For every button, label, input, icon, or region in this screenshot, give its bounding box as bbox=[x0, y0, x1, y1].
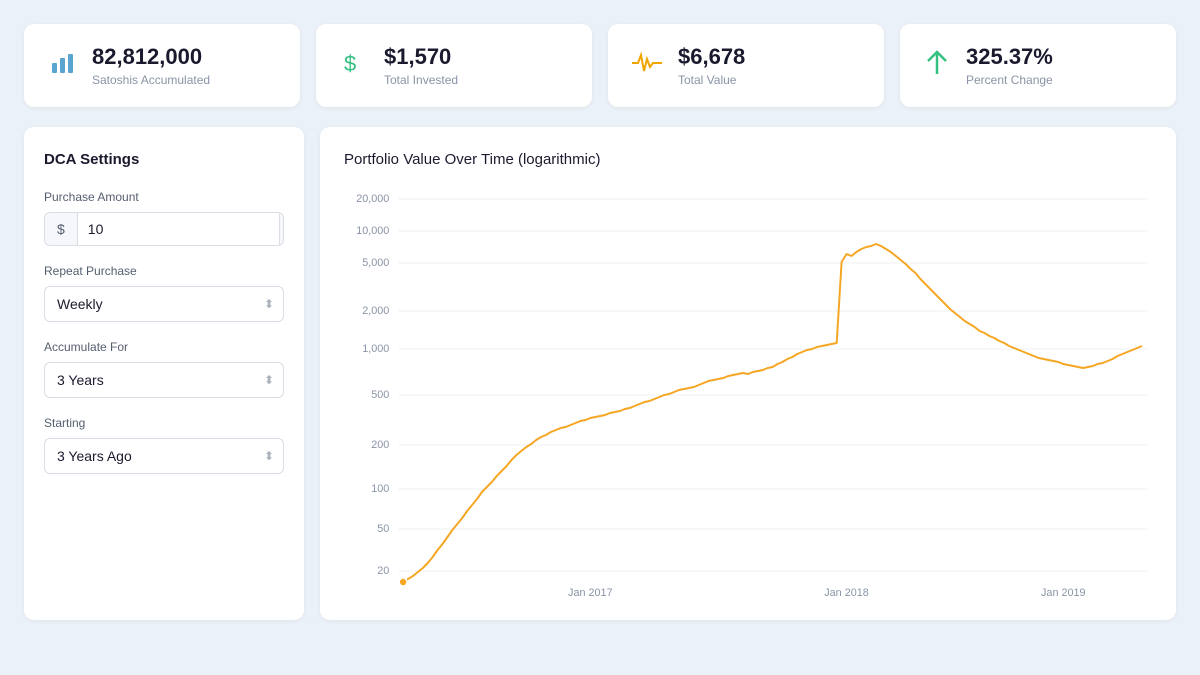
svg-text:50: 50 bbox=[377, 523, 389, 535]
svg-text:500: 500 bbox=[371, 389, 389, 401]
starting-group: Starting 1 Year Ago 2 Years Ago 3 Years … bbox=[44, 416, 284, 474]
total-value-card: $6,678 Total Value bbox=[608, 24, 884, 107]
bars-icon bbox=[48, 49, 76, 82]
svg-text:20: 20 bbox=[377, 565, 389, 577]
purchase-amount-group: Purchase Amount $ .00 bbox=[44, 190, 284, 246]
settings-title: DCA Settings bbox=[44, 151, 284, 168]
accumulate-for-group: Accumulate For 1 Year 2 Years 3 Years 4 … bbox=[44, 340, 284, 398]
percent-change-content: 325.37% Percent Change bbox=[966, 44, 1053, 87]
stats-cards: 82,812,000 Satoshis Accumulated $ $1,570… bbox=[24, 24, 1176, 107]
percent-change-value: 325.37% bbox=[966, 44, 1053, 70]
main-area: DCA Settings Purchase Amount $ .00 Repea… bbox=[24, 127, 1176, 620]
portfolio-chart: 20,000 10,000 5,000 2,000 1,000 500 200 … bbox=[344, 184, 1152, 604]
repeat-purchase-wrapper: Weekly Daily Monthly ⬍ bbox=[44, 286, 284, 322]
invested-content: $1,570 Total Invested bbox=[384, 44, 458, 87]
svg-text:2,000: 2,000 bbox=[362, 305, 389, 317]
dollar-icon: $ bbox=[340, 49, 368, 82]
total-value-content: $6,678 Total Value bbox=[678, 44, 745, 87]
repeat-purchase-label: Repeat Purchase bbox=[44, 264, 284, 278]
chart-title: Portfolio Value Over Time (logarithmic) bbox=[344, 151, 1152, 168]
svg-text:1,000: 1,000 bbox=[362, 343, 389, 355]
purchase-amount-input[interactable] bbox=[78, 213, 279, 245]
svg-text:10,000: 10,000 bbox=[356, 225, 389, 237]
purchase-amount-input-row: $ .00 bbox=[44, 212, 284, 246]
chart-container: 20,000 10,000 5,000 2,000 1,000 500 200 … bbox=[344, 184, 1152, 604]
percent-change-card: 325.37% Percent Change bbox=[900, 24, 1176, 107]
svg-text:100: 100 bbox=[371, 483, 389, 495]
invested-label: Total Invested bbox=[384, 73, 458, 87]
satoshis-card: 82,812,000 Satoshis Accumulated bbox=[24, 24, 300, 107]
invested-card: $ $1,570 Total Invested bbox=[316, 24, 592, 107]
chart-panel: Portfolio Value Over Time (logarithmic) … bbox=[320, 127, 1176, 620]
svg-text:Jan 2019: Jan 2019 bbox=[1041, 587, 1086, 599]
arrow-up-icon bbox=[924, 48, 950, 83]
repeat-purchase-select[interactable]: Weekly Daily Monthly bbox=[44, 286, 284, 322]
percent-change-label: Percent Change bbox=[966, 73, 1053, 87]
total-value-label: Total Value bbox=[678, 73, 745, 87]
dollar-prefix: $ bbox=[45, 213, 78, 245]
svg-text:Jan 2017: Jan 2017 bbox=[568, 587, 613, 599]
purchase-amount-label: Purchase Amount bbox=[44, 190, 284, 204]
repeat-purchase-group: Repeat Purchase Weekly Daily Monthly ⬍ bbox=[44, 264, 284, 322]
starting-wrapper: 1 Year Ago 2 Years Ago 3 Years Ago 4 Yea… bbox=[44, 438, 284, 474]
accumulate-for-wrapper: 1 Year 2 Years 3 Years 4 Years 5 Years ⬍ bbox=[44, 362, 284, 398]
accumulate-for-label: Accumulate For bbox=[44, 340, 284, 354]
settings-panel: DCA Settings Purchase Amount $ .00 Repea… bbox=[24, 127, 304, 620]
svg-text:$: $ bbox=[344, 51, 356, 76]
invested-value: $1,570 bbox=[384, 44, 458, 70]
accumulate-for-select[interactable]: 1 Year 2 Years 3 Years 4 Years 5 Years bbox=[44, 362, 284, 398]
satoshis-label: Satoshis Accumulated bbox=[92, 73, 210, 87]
total-value-value: $6,678 bbox=[678, 44, 745, 70]
svg-text:Jan 2018: Jan 2018 bbox=[824, 587, 869, 599]
satoshis-value: 82,812,000 bbox=[92, 44, 210, 70]
svg-text:20,000: 20,000 bbox=[356, 193, 389, 205]
svg-text:5,000: 5,000 bbox=[362, 257, 389, 269]
cents-suffix: .00 bbox=[279, 213, 284, 245]
starting-select[interactable]: 1 Year Ago 2 Years Ago 3 Years Ago 4 Yea… bbox=[44, 438, 284, 474]
satoshis-content: 82,812,000 Satoshis Accumulated bbox=[92, 44, 210, 87]
starting-label: Starting bbox=[44, 416, 284, 430]
svg-text:200: 200 bbox=[371, 439, 389, 451]
pulse-icon bbox=[632, 51, 662, 80]
